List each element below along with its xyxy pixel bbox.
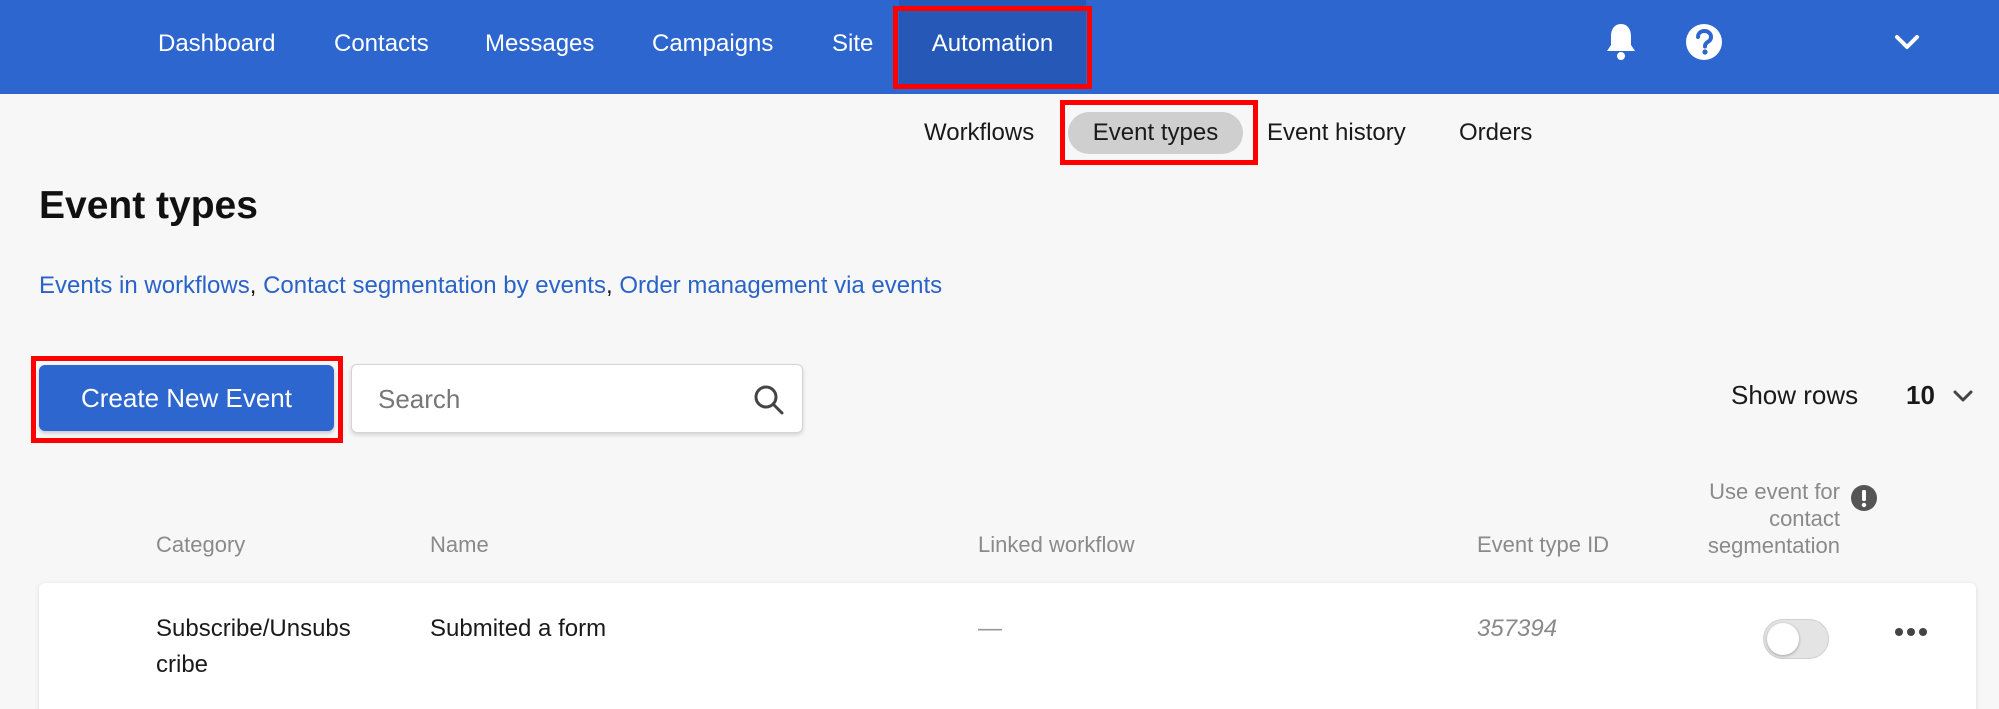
row-name: Submited a form xyxy=(430,615,607,642)
column-header-linked-workflow[interactable]: Linked workflow xyxy=(978,532,1135,558)
row-linked-workflow: — xyxy=(978,615,1002,642)
row-event-type-id: 357394 xyxy=(1477,615,1558,642)
subnav-event-history[interactable]: Event history xyxy=(1267,112,1406,154)
toggle-knob xyxy=(1767,623,1799,655)
column-header-category[interactable]: Category xyxy=(156,532,245,558)
column-header-name[interactable]: Name xyxy=(430,532,489,558)
search-box xyxy=(351,364,803,433)
link-events-in-workflows[interactable]: Events in workflows xyxy=(39,272,250,299)
link-separator: , xyxy=(605,272,613,299)
page-title: Event types xyxy=(39,184,258,227)
segmentation-toggle[interactable] xyxy=(1763,619,1829,659)
subnav-workflows[interactable]: Workflows xyxy=(924,112,1034,154)
nav-item-campaigns[interactable]: Campaigns xyxy=(652,0,773,88)
search-input[interactable] xyxy=(378,379,718,419)
event-types-highlight-box xyxy=(1060,100,1258,165)
nav-item-site[interactable]: Site xyxy=(832,0,873,88)
row-category: Subscribe/Unsubscribe xyxy=(156,615,351,678)
column-header-segmentation: Use event for contact segmentation xyxy=(1707,479,1840,558)
column-header-event-type-id[interactable]: Event type ID xyxy=(1477,532,1609,558)
nav-item-messages[interactable]: Messages xyxy=(485,0,594,88)
link-separator: , xyxy=(249,272,257,299)
search-icon[interactable] xyxy=(752,383,786,417)
show-rows-select[interactable]: 10 xyxy=(1906,380,1935,411)
automation-highlight-box xyxy=(893,6,1092,89)
link-contact-segmentation[interactable]: Contact segmentation by events xyxy=(263,272,606,299)
show-rows-label: Show rows xyxy=(1731,380,1859,410)
help-icon[interactable] xyxy=(1684,22,1724,62)
help-links: Events in workflows, Contact segmentatio… xyxy=(39,272,942,300)
info-icon[interactable] xyxy=(1850,484,1878,512)
bell-icon[interactable] xyxy=(1600,18,1642,64)
create-new-event-button[interactable]: Create New Event xyxy=(39,365,334,431)
chevron-down-icon[interactable] xyxy=(1890,28,1924,56)
table-row[interactable]: Subscribe/Unsubscribe Submited a form — … xyxy=(39,583,1976,709)
subnav-orders[interactable]: Orders xyxy=(1459,112,1532,154)
link-order-management[interactable]: Order management via events xyxy=(619,272,942,299)
show-rows-chevron-icon[interactable] xyxy=(1952,388,1974,404)
nav-item-dashboard[interactable]: Dashboard xyxy=(158,0,275,88)
nav-item-contacts[interactable]: Contacts xyxy=(334,0,429,88)
more-options-icon[interactable] xyxy=(1893,625,1929,639)
